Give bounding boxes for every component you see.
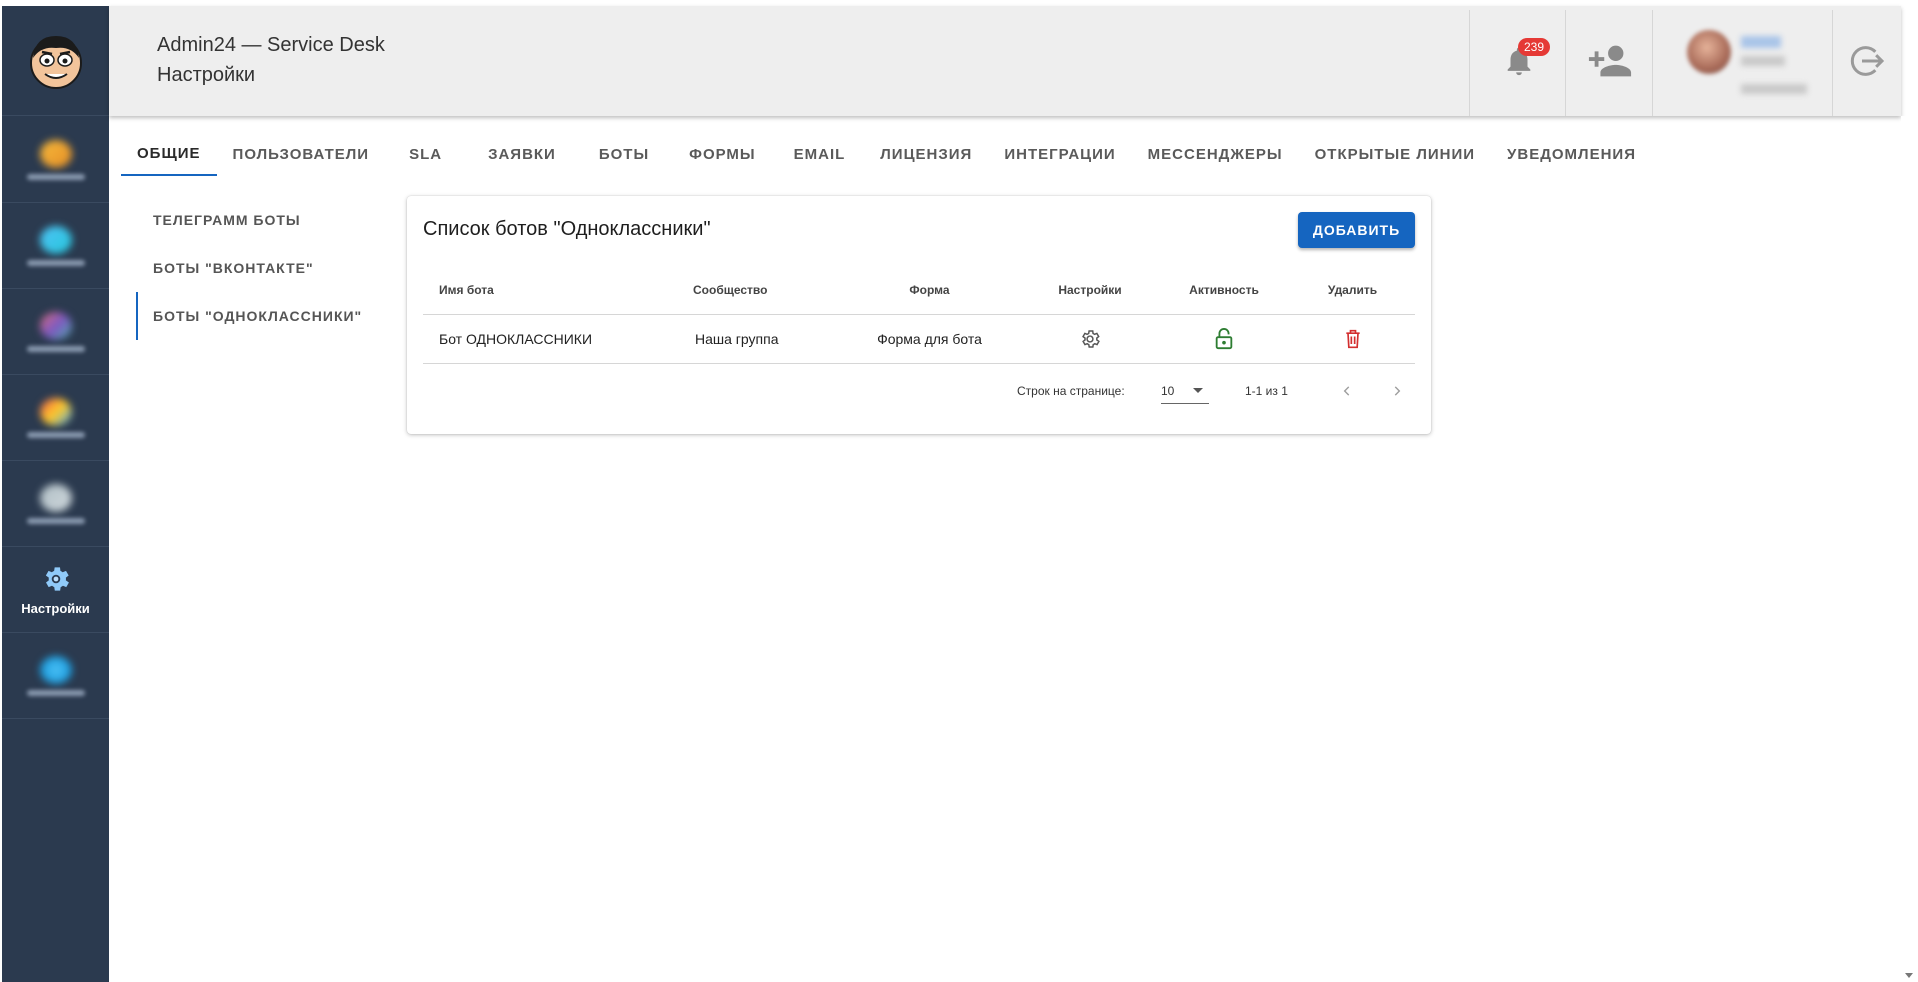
column-header-activity[interactable]: Активность [1158,266,1290,315]
mascot-logo-icon [29,35,82,89]
gear-icon [1082,329,1100,348]
tab-notifications[interactable]: Уведомления [1491,132,1652,176]
tab-license[interactable]: Лицензия [864,132,988,176]
bots-list-card: Список ботов "Одноклассники" Добавить Им… [407,196,1431,434]
subnav-vk-bots[interactable]: Боты "ВКонтакте" [136,244,366,292]
add-bot-button[interactable]: Добавить [1298,212,1415,248]
pagination-range: 1-1 из 1 [1245,384,1288,398]
scroll-down-arrow-icon[interactable] [1905,973,1913,978]
user-name-blurred [1741,36,1781,48]
tab-requests[interactable]: Заявки [466,132,578,176]
blurred-label [26,173,85,180]
app-logo[interactable] [2,6,109,116]
rows-per-page-select[interactable]: 10 [1161,378,1209,404]
notifications-button[interactable]: 239 [1470,6,1567,116]
tab-bots[interactable]: Боты [578,132,670,176]
tab-integrations[interactable]: Интеграции [988,132,1131,176]
app-window: Настройки Admin24 — Service Desk Настрой… [0,0,1918,982]
unlock-icon [1215,327,1233,349]
trash-icon [1345,329,1360,348]
tab-users[interactable]: Пользователи [217,132,386,176]
chevron-right-icon [1394,386,1401,396]
sidebar-item-5[interactable] [2,461,109,547]
column-header-bot-name[interactable]: Имя бота [423,266,685,315]
user-id-blurred [1741,84,1807,94]
blurred-icon [39,139,72,168]
card-title: Список ботов "Одноклассники" [423,218,711,240]
add-user-button[interactable] [1566,6,1653,116]
sidebar-item-4[interactable] [2,375,109,461]
avatar [1687,30,1731,74]
bot-activity-toggle[interactable] [1210,325,1238,353]
blurred-icon [39,483,72,512]
bot-settings-button[interactable] [1076,325,1104,353]
sidebar-item-2[interactable] [2,203,109,289]
rows-per-page-label: Строк на странице: [1017,384,1125,398]
bots-subnav: Телеграмм боты Боты "ВКонтакте" Боты "Од… [136,196,366,340]
tab-messengers[interactable]: Мессенджеры [1132,132,1299,176]
blurred-label [26,689,85,696]
column-header-settings[interactable]: Настройки [1022,266,1158,315]
sidebar: Настройки [2,6,109,982]
user-role-blurred [1741,56,1785,66]
tab-open-lines[interactable]: Открытые линии [1299,132,1491,176]
blurred-label [26,345,85,352]
tab-email[interactable]: EMAIL [775,132,865,176]
tab-general[interactable]: Общие [121,132,217,176]
rows-per-page-value: 10 [1161,383,1175,398]
tab-forms[interactable]: Формы [670,132,774,176]
app-title: Admin24 — Service Desk [157,34,385,56]
table-pagination: Строк на странице: 10 1-1 из 1 [407,376,1431,406]
chevron-left-icon [1343,386,1350,396]
table-header-row: Имя бота Сообщество Форма Настройки Акти… [423,266,1415,315]
cell-delete [1290,314,1415,364]
vertical-scrollbar[interactable] [1901,116,1918,982]
subnav-ok-bots[interactable]: Боты "Одноклассники" [136,292,366,340]
cell-bot-name: Бот ОДНОКЛАССНИКИ [423,314,685,364]
sidebar-item-3[interactable] [2,289,109,375]
logout-button[interactable] [1833,6,1901,116]
blurred-label [26,259,85,266]
sidebar-item-label: Настройки [21,601,90,616]
column-header-form[interactable]: Форма [837,266,1022,315]
previous-page-button[interactable] [1334,378,1360,404]
blurred-icon [39,397,72,426]
cell-settings [1022,314,1158,364]
caret-down-icon [1193,388,1203,393]
sidebar-item-settings[interactable]: Настройки [2,547,109,633]
blurred-label [26,517,85,524]
blurred-icon [39,311,72,340]
blurred-label [26,431,85,438]
next-page-button[interactable] [1384,378,1410,404]
header-divider [1652,10,1653,116]
sidebar-item-7[interactable] [2,633,109,719]
column-header-delete[interactable]: Удалить [1290,266,1415,315]
settings-tabs: Общие Пользователи SLA Заявки Боты Формы… [121,132,1652,176]
blurred-icon [39,225,72,254]
notification-badge: 239 [1518,38,1550,56]
top-header: Admin24 — Service Desk Настройки 239 [109,6,1901,116]
add-person-icon [1588,45,1631,77]
subnav-telegram-bots[interactable]: Телеграмм боты [136,196,366,244]
gear-icon [45,567,69,591]
bot-delete-button[interactable] [1339,325,1367,353]
blurred-icon [39,655,72,684]
cell-form: Форма для бота [837,314,1022,364]
sidebar-item-1[interactable] [2,117,109,203]
cell-activity [1158,314,1290,364]
table-row: Бот ОДНОКЛАССНИКИ Наша группа Форма для … [423,314,1415,364]
bots-table: Имя бота Сообщество Форма Настройки Акти… [423,266,1415,364]
page-title: Настройки [157,64,256,86]
tab-sla[interactable]: SLA [385,132,466,176]
column-header-community[interactable]: Сообщество [685,266,837,315]
cell-community: Наша группа [685,314,837,364]
logout-icon [1850,46,1885,76]
